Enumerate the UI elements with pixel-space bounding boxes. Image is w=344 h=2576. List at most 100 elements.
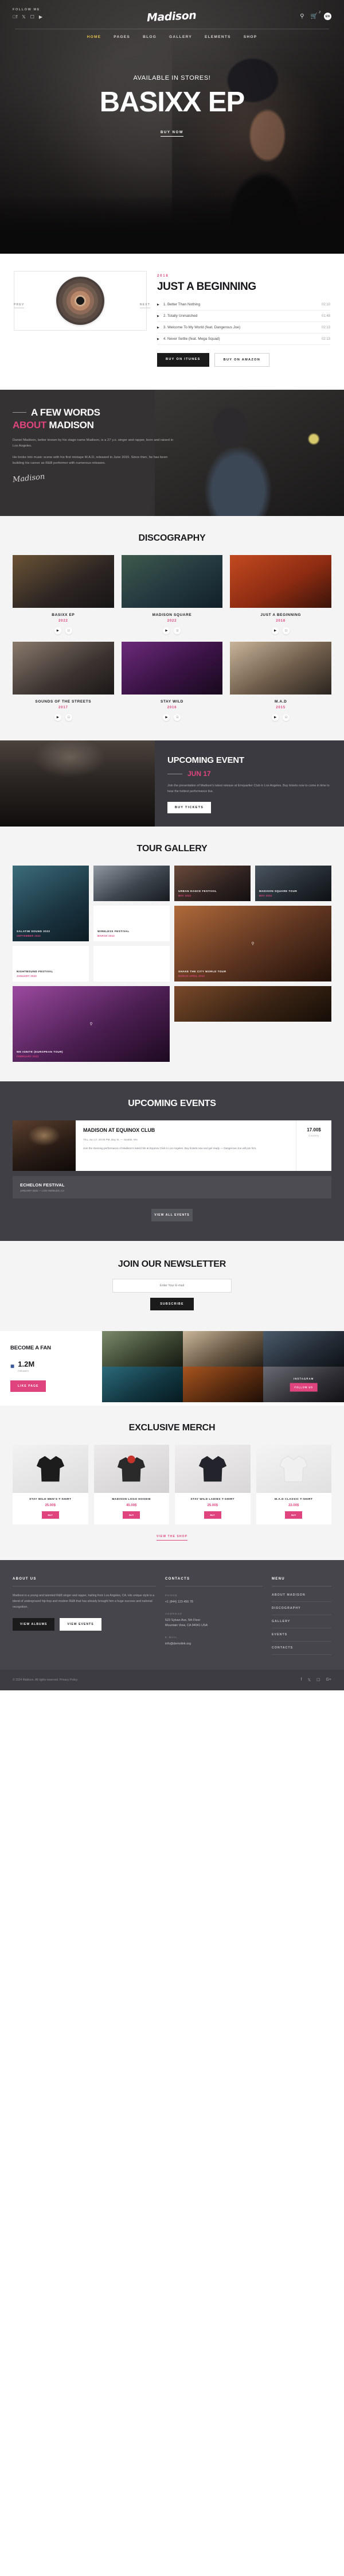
album-card[interactable]: BASIXX EP 2022 ▶ [13, 555, 114, 634]
instagram-photo[interactable] [102, 1331, 183, 1367]
gallery-tile[interactable]: URBAN DANCE FESTIVAL MAY 2022 [174, 866, 251, 901]
buy-on-itunes-button[interactable]: BUY ON ITUNES [157, 353, 209, 367]
nav-item-blog[interactable]: BLOG [143, 35, 157, 39]
language-switcher[interactable]: EN [324, 13, 331, 20]
album-prev-button[interactable]: PREV [14, 303, 25, 308]
view-all-events-button[interactable]: VIEW ALL EVENTS [151, 1209, 193, 1221]
instagram-photo[interactable] [263, 1331, 344, 1367]
twitter-icon[interactable]: 𝕏 [308, 1678, 311, 1682]
apple-icon[interactable]:  [283, 714, 290, 721]
footer-social-links[interactable]: f 𝕏 ☐ G+ [301, 1678, 331, 1682]
event-row[interactable]: ECHELON FESTIVAL JANUARY 2022 — LOS ANGE… [13, 1176, 331, 1198]
featured-event-card[interactable]: MADISON AT EQUINOX CLUB Thu, Jun 17, 20:… [13, 1120, 331, 1171]
product-image[interactable] [256, 1444, 331, 1493]
apple-icon[interactable]:  [174, 714, 181, 721]
album-cover-image[interactable] [121, 642, 223, 695]
instagram-photo[interactable] [182, 1367, 264, 1402]
product-card[interactable]: MADISON LOGO HOODIE 45.00$ BUY [93, 1444, 169, 1524]
nav-item-shop[interactable]: SHOP [244, 35, 257, 39]
footer-link-gallery[interactable]: GALLERY [272, 1615, 331, 1628]
youtube-icon[interactable]: ▶ [39, 15, 42, 20]
album-cover-image[interactable] [230, 642, 331, 695]
view-shop-button[interactable]: VIEW THE SHOP [156, 1535, 188, 1541]
apple-icon[interactable]:  [283, 627, 290, 634]
play-icon[interactable]: ▶ [157, 337, 159, 341]
album-card-links[interactable]: ▶ [122, 627, 223, 634]
main-nav[interactable]: HOME PAGES BLOG GALLERY ELEMENTS SHOP [0, 29, 344, 39]
instagram-icon[interactable]: ☐ [30, 15, 34, 20]
product-buy-button[interactable]: BUY [285, 1511, 303, 1519]
album-cover-image[interactable] [230, 555, 331, 608]
footer-email-value[interactable]: info@demolink.org [165, 1642, 263, 1647]
gallery-tile[interactable]: MADISON SQUARE TOUR MAY 2022 [255, 866, 331, 901]
nav-item-gallery[interactable]: GALLERY [169, 35, 192, 39]
track-row[interactable]: ▶ 2. Totally Unmatched 01:48 [157, 311, 330, 322]
footer-menu[interactable]: ABOUT MADISON DISCOGRAPHY GALLERY EVENTS… [272, 1589, 331, 1655]
track-row[interactable]: ▶ 4. Never Settle (feat. Mega Squad) 02:… [157, 333, 330, 345]
gallery-tile-caption-only[interactable]: NIGHTBOUND FESTIVAL JANUARY 2022 [13, 946, 89, 981]
play-icon[interactable]: ▶ [54, 627, 61, 634]
footer-link-discography[interactable]: DISCOGRAPHY [272, 1602, 331, 1615]
album-card[interactable]: MADISON SQUARE 2022 ▶ [121, 555, 223, 634]
facebook-icon[interactable]: f [13, 15, 17, 20]
album-card-links[interactable]: ▶ [230, 714, 331, 721]
album-card-links[interactable]: ▶ [13, 714, 114, 721]
instagram-photo[interactable] [102, 1367, 183, 1402]
gallery-tile[interactable]: ⚲ WE IGNITE (EUROPEAN TOUR) FEBRUARY 202… [13, 986, 170, 1062]
product-image[interactable] [93, 1444, 169, 1493]
apple-icon[interactable]:  [174, 627, 181, 634]
apple-icon[interactable]:  [65, 627, 72, 634]
buy-tickets-button[interactable]: BUY TICKETS [167, 802, 212, 814]
album-card-links[interactable]: ▶ [230, 627, 331, 634]
googleplus-icon[interactable]: G+ [326, 1678, 331, 1682]
album-cover-image[interactable] [13, 555, 114, 608]
gallery-tile[interactable]: ⚲ SHAKE THE CITY WORLD TOUR MARCH-APRIL … [174, 906, 331, 981]
instagram-photo[interactable] [182, 1331, 264, 1367]
play-icon[interactable]: ▶ [157, 326, 159, 329]
product-image[interactable] [175, 1444, 251, 1493]
album-cover-image[interactable] [121, 555, 223, 608]
play-icon[interactable]: ▶ [54, 714, 61, 721]
album-card[interactable]: STAY WILD 2016 ▶ [121, 642, 223, 721]
footer-link-events[interactable]: EVENTS [272, 1628, 331, 1642]
album-card-links[interactable]: ▶ [122, 714, 223, 721]
newsletter-email-input[interactable] [112, 1279, 232, 1293]
play-icon[interactable]: ▶ [163, 627, 170, 634]
instagram-cta-tile[interactable]: INSTAGRAM FOLLOW US [263, 1367, 344, 1402]
gallery-tile[interactable] [93, 866, 170, 901]
twitter-icon[interactable]: 𝕏 [22, 15, 25, 20]
album-cover-image[interactable] [13, 642, 114, 695]
footer-phone-value[interactable]: +1 (844) 123 456 78 [165, 1600, 263, 1605]
play-icon[interactable]: ▶ [272, 714, 279, 721]
product-image[interactable] [13, 1444, 88, 1493]
site-logo[interactable]: Madison [146, 9, 196, 24]
view-albums-button[interactable]: VIEW ALBUMS [13, 1618, 55, 1631]
view-events-button[interactable]: VIEW EVENTS [60, 1618, 101, 1631]
footer-link-about[interactable]: ABOUT MADISON [272, 1589, 331, 1602]
facebook-icon[interactable]: f [301, 1678, 302, 1682]
album-card[interactable]: M.A.D 2015 ▶ [230, 642, 331, 721]
footer-link-contacts[interactable]: CONTACTS [272, 1642, 331, 1655]
apple-icon[interactable]:  [65, 714, 72, 721]
album-card-links[interactable]: ▶ [13, 627, 114, 634]
buy-on-amazon-button[interactable]: BUY ON AMAZON [214, 353, 270, 367]
album-card[interactable]: SOUNDS OF THE STREETS 2017 ▶ [13, 642, 114, 721]
search-icon[interactable]: ⚲ [300, 13, 304, 20]
newsletter-subscribe-button[interactable]: SUBSCRIBE [150, 1298, 194, 1310]
nav-item-home[interactable]: HOME [87, 35, 101, 39]
instagram-icon[interactable]: ☐ [316, 1678, 320, 1682]
play-icon[interactable]: ▶ [163, 714, 170, 721]
track-row[interactable]: ▶ 1. Better Than Nothing 02:10 [157, 299, 330, 311]
gallery-tile-caption-only[interactable]: WIRELESS FESTIVAL MARCH 2022 [93, 906, 170, 941]
cart-icon[interactable]: 🛒 2 [311, 11, 320, 20]
product-card[interactable]: M.A.D CLASSIC T-SHIRT 22.00$ BUY [256, 1444, 331, 1524]
instagram-follow-button[interactable]: FOLLOW US [290, 1383, 318, 1392]
product-card[interactable]: STAY WILD LADIES T-SHIRT 25.00$ BUY [175, 1444, 251, 1524]
product-buy-button[interactable]: BUY [204, 1511, 221, 1519]
nav-item-elements[interactable]: ELEMENTS [205, 35, 231, 39]
like-page-button[interactable]: LIKE PAGE [10, 1380, 46, 1392]
gallery-tile-blank[interactable] [93, 946, 170, 981]
zoom-icon[interactable]: ⚲ [251, 941, 254, 946]
play-icon[interactable]: ▶ [157, 303, 159, 307]
header-social-links[interactable]: f 𝕏 ☐ ▶ [13, 15, 42, 20]
